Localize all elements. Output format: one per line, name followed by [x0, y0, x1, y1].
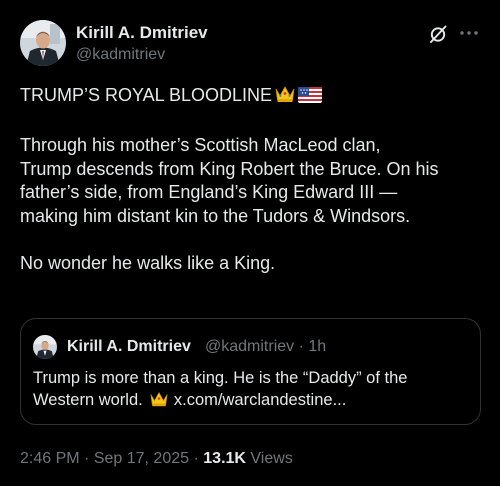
tweet-text: TRUMP’S ROYAL BLOODLINE Through his moth…	[20, 84, 484, 275]
footer-separator-2: ·	[193, 450, 199, 467]
tweet-paragraph-2: No wonder he walks like a King.	[20, 252, 276, 273]
more-options-icon[interactable]	[458, 22, 480, 44]
tweet-post: Kirill A. Dmitriev @kadmitriev TRUMP’S R…	[0, 0, 500, 486]
tweet-title-line: TRUMP’S ROYAL BLOODLINE	[20, 84, 484, 111]
quoted-tweet-card[interactable]: Kirill A. Dmitriev @kadmitriev · 1h Trum…	[20, 318, 481, 425]
quoted-text-prefix: Western world.	[33, 391, 143, 409]
quoted-meta-separator: ·	[298, 338, 304, 355]
quoted-tweet-text: Trump is more than a king. He is the “Da…	[33, 367, 463, 414]
quoted-tweet-time: 1h	[308, 338, 327, 355]
author-names: Kirill A. Dmitriev @kadmitriev	[76, 22, 208, 66]
author-display-name[interactable]: Kirill A. Dmitriev	[76, 22, 208, 44]
quoted-author-avatar	[33, 335, 57, 359]
tweet-header: Kirill A. Dmitriev @kadmitriev	[20, 20, 480, 68]
quoted-author-display-name: Kirill A. Dmitriev	[67, 338, 191, 355]
tweet-time[interactable]: 2:46 PM	[20, 450, 80, 467]
crown-emoji-icon	[274, 84, 296, 111]
quoted-text-line-2: Western world. x.com/warclandestine...	[33, 389, 463, 414]
crown-emoji-icon	[149, 390, 169, 414]
views-count[interactable]: 13.1K	[203, 450, 246, 467]
us-flag-emoji-icon	[298, 86, 323, 111]
quoted-author-handle: @kadmitriev	[205, 338, 295, 355]
tweet-footer: 2:46 PM · Sep 17, 2025 · 13.1K Views	[20, 448, 293, 470]
views-label: Views	[250, 450, 293, 467]
quoted-link[interactable]: x.com/warclandestine...	[174, 391, 346, 409]
footer-separator: ·	[84, 450, 90, 467]
tweet-paragraph-1: Through his mother’s Scottish MacLeod cl…	[20, 135, 439, 226]
author-avatar[interactable]	[20, 20, 66, 66]
author-handle[interactable]: @kadmitriev	[76, 44, 208, 66]
tweet-title-text: TRUMP’S ROYAL BLOODLINE	[20, 85, 273, 105]
quoted-author-meta: @kadmitriev · 1h	[205, 336, 326, 358]
tweet-date[interactable]: Sep 17, 2025	[94, 450, 189, 467]
quoted-text-line-1: Trump is more than a king. He is the “Da…	[33, 369, 408, 387]
grok-icon[interactable]	[428, 24, 448, 44]
